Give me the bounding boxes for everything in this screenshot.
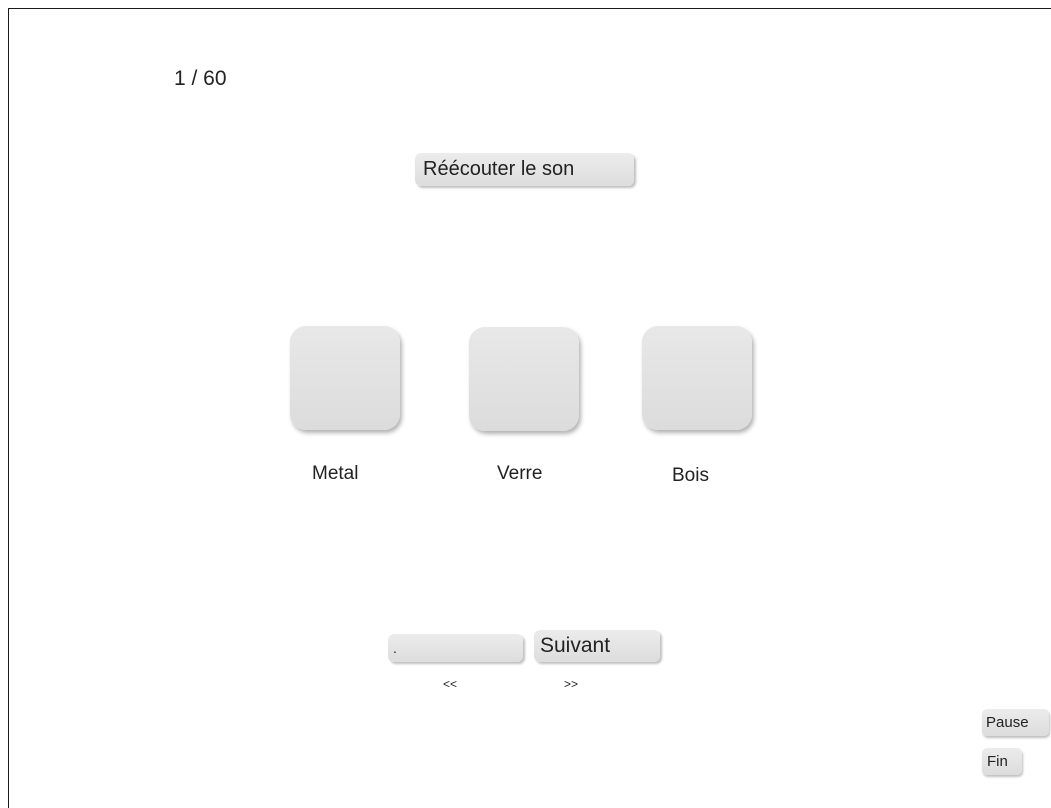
end-button[interactable]: Fin: [982, 748, 1022, 775]
next-button[interactable]: Suivant: [534, 630, 660, 662]
choice-tile-bois[interactable]: [642, 326, 752, 430]
choice-label-verre: Verre: [497, 463, 543, 484]
pause-button[interactable]: Pause: [982, 709, 1049, 736]
previous-button[interactable]: .: [388, 634, 523, 662]
choice-tile-verre[interactable]: [469, 327, 579, 431]
choice-tile-metal[interactable]: [290, 326, 400, 430]
next-arrow: >>: [564, 677, 579, 691]
previous-arrow: <<: [443, 677, 458, 691]
choice-label-bois: Bois: [672, 465, 709, 486]
question-counter: 1 / 60: [174, 67, 227, 90]
choice-label-metal: Metal: [312, 463, 359, 484]
replay-sound-button[interactable]: Réécouter le son: [415, 153, 634, 186]
